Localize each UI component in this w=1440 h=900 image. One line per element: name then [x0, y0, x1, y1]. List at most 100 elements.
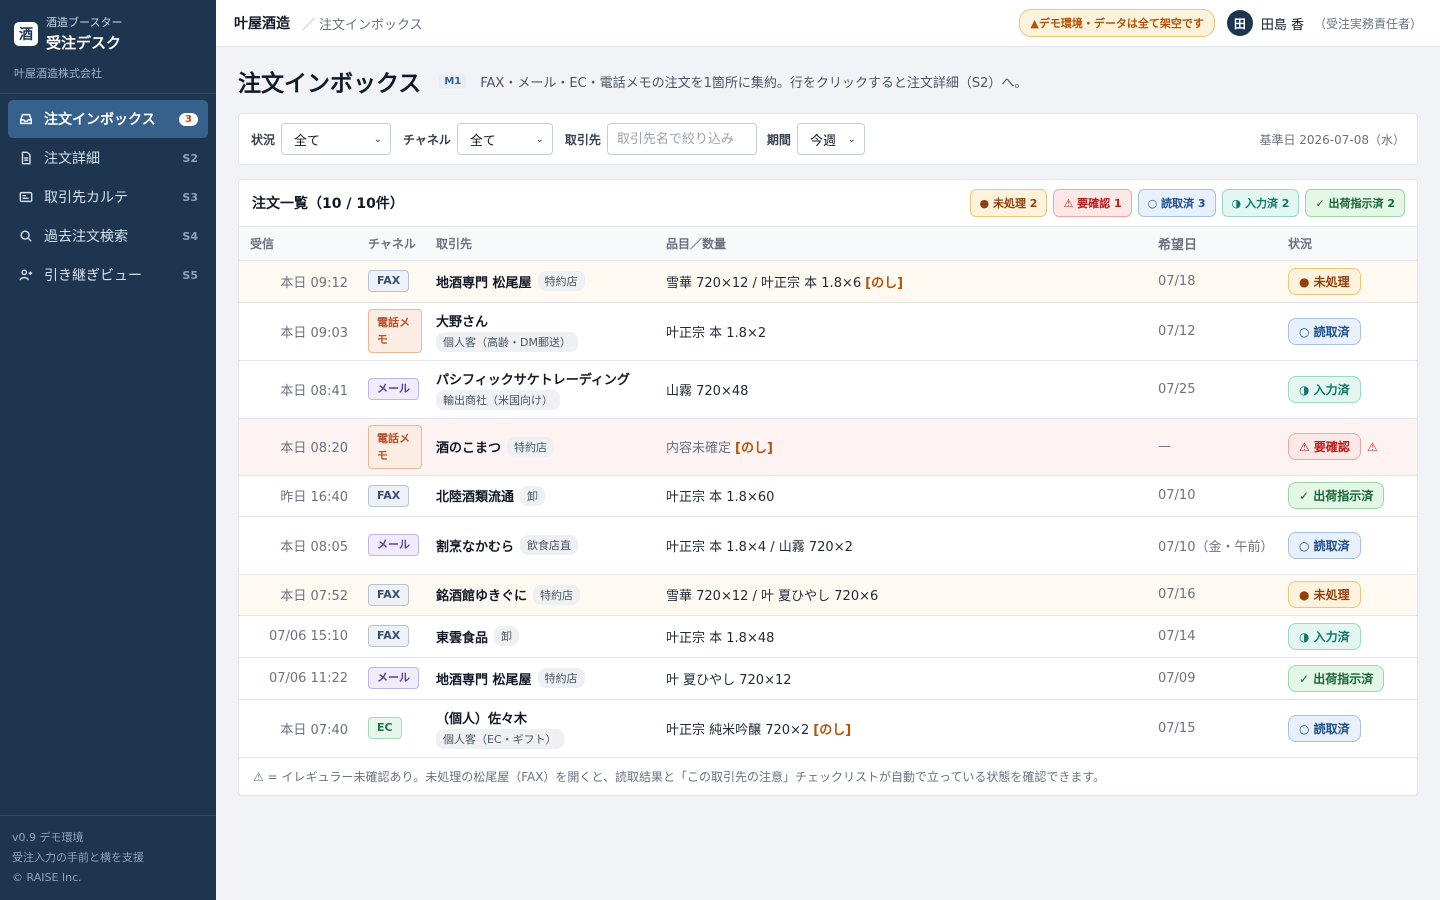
- status-badge: ○ 読取済: [1288, 714, 1361, 742]
- brand-title: 受注デスク: [46, 34, 122, 52]
- order-items: 内容未確定: [666, 441, 732, 456]
- user-name: 田島 香: [1260, 17, 1304, 33]
- customer-name: 大野さん: [436, 314, 489, 330]
- received-time: 本日 07:40: [239, 699, 360, 758]
- period-filter-select[interactable]: 今週 ⌄: [796, 123, 865, 155]
- table-row[interactable]: 07/06 11:22 メール 地酒専門 松尾屋 特約店 叶 夏ひやし 720×12 07…: [239, 657, 1417, 700]
- count-chip-input[interactable]: ◑ 入力済 2: [1221, 189, 1300, 217]
- count-chip-new[interactable]: ● 未処理 2: [969, 189, 1048, 217]
- customer-name: 東雲食品: [436, 630, 489, 646]
- sidebar-item-past-search[interactable]: 過去注文検索 S4: [8, 217, 208, 255]
- period-filter-label: 期間: [766, 132, 791, 147]
- column-status[interactable]: 状況: [1288, 227, 1417, 261]
- status-filter-select[interactable]: 全て ⌄: [281, 123, 392, 155]
- sidebar-item-label: 注文詳細: [44, 151, 100, 167]
- table-row[interactable]: 本日 08:05 メール 割烹なかむら 飲食店直 叶正宗 本 1.8×4 / 山霧 72…: [239, 516, 1417, 575]
- user-role: （受注実務責任者）: [1313, 16, 1422, 31]
- screen-code-badge: M1: [439, 73, 467, 89]
- brand-subtitle: 酒造ブースター: [46, 16, 123, 29]
- customer-filter-input[interactable]: [606, 123, 757, 155]
- table-row[interactable]: 本日 07:40 EC （個人）佐々木 個人客（EC・ギフト） 叶正宗 純米吟醸 720…: [239, 699, 1417, 758]
- sidebar-nav: 注文インボックス 3 注文詳細 S2 取引先カルテ S3 過去注文検索 S4 引…: [0, 94, 216, 815]
- order-items: 叶正宗 本 1.8×60: [666, 490, 775, 505]
- table-row[interactable]: 昨日 16:40 FAX 北陸酒類流通卸 叶正宗 本 1.8×60 07/10 ✓ 出荷指…: [239, 475, 1417, 517]
- desired-date: 07/18: [1158, 260, 1288, 303]
- customer-type-tag: 特約店: [533, 584, 581, 605]
- search-icon: [18, 228, 34, 244]
- page-description: FAX・メール・EC・電話メモの注文を1箇所に集約。行をクリックすると注文詳細（…: [480, 75, 1028, 91]
- desired-date: 07/10（金・午前）: [1158, 516, 1288, 575]
- order-items: 叶正宗 純米吟醸 720×2: [666, 722, 810, 738]
- column-desired-date[interactable]: 希望日: [1158, 227, 1288, 261]
- table-row[interactable]: 本日 09:03 電話メモ 大野さん 個人客（高齢・DM郵送） 叶正宗 本 1.8×2 0…: [239, 302, 1417, 361]
- main: 叶屋酒造 ／ 注文インボックス ▲デモ環境・データは全て架空です 田 田島 香 …: [216, 0, 1440, 900]
- sidebar-item-label: 取引先カルテ: [44, 190, 128, 206]
- sidebar-item-customer-chart[interactable]: 取引先カルテ S3: [8, 178, 208, 216]
- desired-date: 07/09: [1158, 657, 1288, 700]
- breadcrumb-current: 注文インボックス: [319, 17, 423, 33]
- sidebar-item-order-detail[interactable]: 注文詳細 S2: [8, 139, 208, 177]
- sidebar-item-label: 注文インボックス: [44, 112, 156, 128]
- content: 注文インボックス M1 FAX・メール・EC・電話メモの注文を1箇所に集約。行を…: [216, 47, 1440, 796]
- column-items[interactable]: 品目／数量: [666, 227, 1158, 261]
- order-items: 叶正宗 本 1.8×48: [666, 630, 775, 646]
- customer-name: 地酒専門 松尾屋: [436, 275, 532, 291]
- table-row[interactable]: 本日 08:41 メール パシフィックサケトレーディング 輸出商社（米国向け） 山霧 7…: [239, 360, 1417, 419]
- channel-filter-select[interactable]: 全て ⌄: [456, 123, 553, 155]
- customer-type-tag: 特約店: [537, 668, 585, 688]
- count-chip-check[interactable]: ⚠ 要確認 1: [1053, 189, 1132, 217]
- chevron-down-icon: ⌄: [847, 133, 856, 145]
- customer-type-tag: 卸: [520, 485, 546, 506]
- sidebar-item-inbox[interactable]: 注文インボックス 3: [8, 100, 208, 138]
- count-chip-read[interactable]: ○ 読取済 3: [1137, 189, 1216, 217]
- chevron-down-icon: ⌄: [535, 133, 544, 145]
- column-customer[interactable]: 取引先: [436, 227, 666, 261]
- column-channel[interactable]: チャネル: [360, 227, 436, 261]
- received-time: 07/06 15:10: [239, 615, 360, 658]
- status-filter-value: 全て: [294, 133, 321, 149]
- topbar: 叶屋酒造 ／ 注文インボックス ▲デモ環境・データは全て架空です 田 田島 香 …: [216, 0, 1440, 47]
- channel-badge: FAX: [368, 625, 410, 647]
- brand: 酒 酒造ブースター 受注デスク 叶屋酒造株式会社: [0, 0, 216, 94]
- count-chip-shipped[interactable]: ✓ 出荷指示済 2: [1305, 189, 1405, 217]
- received-time: 本日 08:05: [239, 516, 360, 575]
- status-counts: ● 未処理 2 ⚠ 要確認 1 ○ 読取済 3 ◑ 入力済 2 ✓ 出荷指示済 …: [969, 189, 1405, 217]
- customer-type-tag: 卸: [494, 626, 520, 646]
- customer-filter-label: 取引先: [564, 132, 601, 147]
- status-badge: ◑ 入力済: [1288, 375, 1361, 403]
- document-icon: [18, 150, 34, 166]
- page-title: 注文インボックス: [238, 71, 422, 97]
- noshi-flag: [のし]: [735, 441, 773, 456]
- received-time: 本日 09:12: [239, 260, 360, 303]
- table-row[interactable]: 本日 07:52 FAX 銘酒館ゆきぐに 特約店 雪華 720×12 / 叶 夏ひやし …: [239, 574, 1417, 616]
- avatar[interactable]: 田: [1226, 10, 1253, 36]
- warning-icon: ⚠: [1366, 440, 1378, 454]
- sidebar-item-label: 過去注文検索: [44, 229, 128, 245]
- demo-notice-badge: ▲デモ環境・データは全て架空です: [1019, 9, 1215, 37]
- table-row[interactable]: 本日 09:12 FAX 地酒専門 松尾屋 特約店 雪華 720×12 / 叶正宗 本 …: [239, 260, 1417, 303]
- channel-filter-value: 全て: [469, 133, 496, 149]
- desired-date: 07/14: [1158, 615, 1288, 658]
- column-received[interactable]: 受信: [239, 227, 360, 261]
- table-row[interactable]: 本日 08:20 電話メモ 酒のこまつ 特約店 内容未確定 [のし] — ⚠ 要確認 ⚠: [239, 418, 1417, 476]
- customer-name: パシフィックサケトレーディング: [436, 372, 630, 388]
- table-header-row: 受信 チャネル 取引先 品目／数量 希望日 状況: [239, 227, 1417, 261]
- table-row[interactable]: 07/06 15:10 FAX 東雲食品卸 叶正宗 本 1.8×48 07/14 ◑ 入力…: [239, 615, 1417, 658]
- customer-type-tag: 特約店: [507, 436, 555, 457]
- screen-code: S5: [182, 268, 198, 282]
- channel-badge: メール: [368, 534, 419, 556]
- received-time: 昨日 16:40: [239, 475, 360, 517]
- sidebar-item-handoff[interactable]: 引き継ぎビュー S5: [8, 256, 208, 294]
- received-time: 本日 08:20: [239, 418, 360, 476]
- sidebar: 酒 酒造ブースター 受注デスク 叶屋酒造株式会社 注文インボックス 3 注文詳細…: [0, 0, 216, 900]
- customer-name: 銘酒館ゆきぐに: [436, 589, 528, 604]
- desired-date: —: [1158, 418, 1288, 476]
- brand-logo: 酒: [14, 21, 38, 46]
- status-badge: ◑ 入力済: [1288, 622, 1361, 650]
- received-time: 07/06 11:22: [239, 657, 360, 700]
- breadcrumb-home[interactable]: 叶屋酒造: [234, 13, 290, 33]
- desired-date: 07/12: [1158, 302, 1288, 361]
- customer-type-tag: 個人客（EC・ギフト）: [436, 728, 564, 749]
- copyright-text: © RAISE Inc.: [12, 871, 82, 884]
- id-card-icon: [18, 189, 34, 205]
